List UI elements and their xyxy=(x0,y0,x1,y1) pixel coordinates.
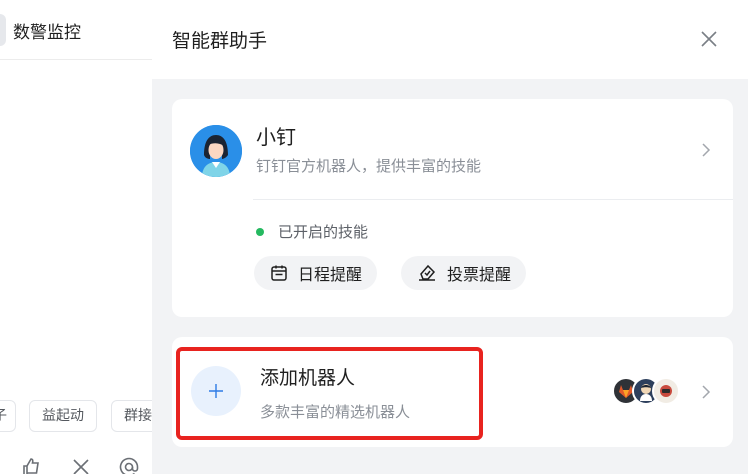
robot-description: 钉钉官方机器人，提供丰富的技能 xyxy=(256,157,482,175)
skill-chip-schedule[interactable]: 日程提醒 xyxy=(254,256,378,290)
add-robot-title: 添加机器人 xyxy=(260,367,356,389)
robot-card[interactable]: 小钉 钉钉官方机器人，提供丰富的技能 已开启的技能 日程提醒 投票提醒 xyxy=(172,99,733,317)
scissors-icon[interactable] xyxy=(70,456,92,474)
skill-label: 日程提醒 xyxy=(298,265,363,284)
skills-status: 已开启的技能 xyxy=(256,221,368,242)
input-toolbar xyxy=(0,452,152,474)
add-robot-description: 多款丰富的精选机器人 xyxy=(260,403,411,421)
thumbs-up-icon[interactable] xyxy=(20,456,42,474)
group-avatar xyxy=(0,14,6,46)
drawer-title: 智能群助手 xyxy=(172,30,268,52)
robot-avatar xyxy=(190,125,242,177)
plus-icon xyxy=(209,384,223,398)
vote-icon xyxy=(419,264,436,281)
robot-name: 小钉 xyxy=(256,125,296,149)
close-icon xyxy=(701,31,717,47)
chat-title: 数警监控 xyxy=(13,23,81,43)
status-dot xyxy=(256,227,264,236)
skills-status-label: 已开启的技能 xyxy=(278,223,369,241)
add-robot-card[interactable]: 添加机器人 多款丰富的精选机器人 xyxy=(172,337,733,447)
bot-robot-avatar xyxy=(652,377,680,405)
group-assistant-drawer: 智能群助手 小钉 钉钉官方机器人，提供丰富的技能 已开启的技能 日程提醒 投票提… xyxy=(152,0,748,474)
divider xyxy=(253,199,733,200)
chat-pane: 数警监控 子 益起动 群接 xyxy=(0,0,171,474)
drawer-header: 智能群助手 xyxy=(152,0,748,79)
chevron-right-icon xyxy=(702,143,711,157)
quick-action-chip[interactable]: 益起动 xyxy=(29,400,97,432)
calendar-icon xyxy=(271,265,287,281)
add-robot-button[interactable] xyxy=(191,366,241,416)
skill-chip-vote[interactable]: 投票提醒 xyxy=(401,256,527,290)
mention-icon[interactable] xyxy=(118,456,140,474)
skill-label: 投票提醒 xyxy=(447,265,512,284)
quick-action-chip[interactable]: 子 xyxy=(0,400,16,432)
quick-action-row: 子 益起动 群接 xyxy=(0,400,171,432)
chevron-right-icon xyxy=(702,385,711,399)
chat-header: 数警监控 xyxy=(0,0,152,60)
robot-avatar-stack xyxy=(612,377,682,407)
close-button[interactable] xyxy=(696,26,722,52)
